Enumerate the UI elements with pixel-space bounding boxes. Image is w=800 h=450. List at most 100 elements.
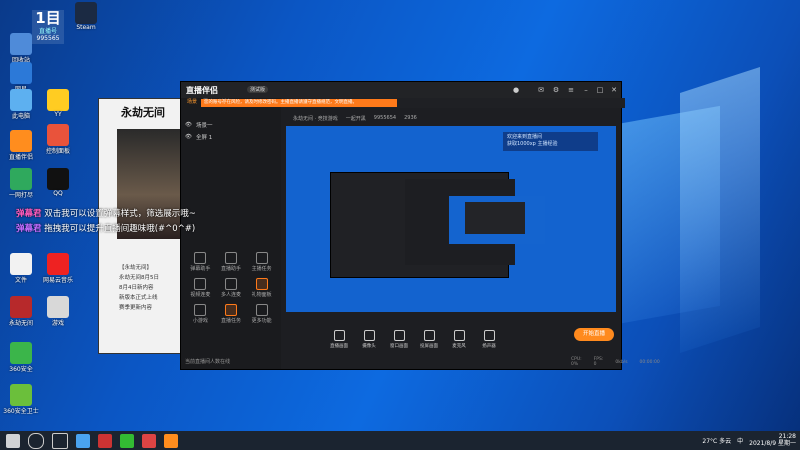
preview-canvas[interactable] — [286, 126, 616, 312]
music-icon — [47, 253, 69, 275]
clock-date: 2021/8/9 星期一 — [749, 440, 796, 447]
control-button[interactable]: 摄像头 — [357, 329, 381, 349]
control-button[interactable]: 直播画面 — [327, 329, 351, 349]
ime-indicator[interactable]: 中 — [737, 436, 743, 445]
desktop-icon[interactable]: 一网打尽 — [3, 168, 39, 199]
chat-text: 双击我可以设置弹幕样式，筛选展示哦~ — [44, 209, 196, 219]
eye-icon[interactable]: 👁 — [185, 134, 192, 140]
tool-button[interactable]: 直播助手 — [216, 252, 247, 272]
weather-label[interactable]: 27°C 多云 — [702, 436, 731, 445]
desktop-icon[interactable]: 直播伴侣 — [3, 130, 39, 161]
game-taskbar-icon[interactable] — [98, 433, 112, 448]
tool-icon — [255, 304, 268, 316]
room-id: 9955654 — [373, 115, 397, 121]
control-label: 投屏画面 — [420, 343, 438, 349]
desktop-icon[interactable]: 文件 — [3, 253, 39, 284]
room-category: 永劫无间 · 竞技游戏 — [293, 115, 338, 122]
game-news-line: 【永劫无间】 — [119, 265, 153, 271]
desktop-icon[interactable]: 360安全 — [3, 342, 39, 373]
desktop-icon[interactable]: QQ — [40, 168, 76, 197]
app-version: 测试版 — [247, 86, 269, 93]
globe-icon — [10, 168, 32, 190]
notice-banner[interactable]: 您的账号存在风险，请及时修改密码。主播直播请遵守直播规范，文明直播。 — [201, 99, 397, 107]
settings-icon[interactable]: ⚙ — [551, 85, 561, 95]
game-title: 永劫无间 — [121, 106, 165, 119]
music-taskbar-icon[interactable] — [142, 433, 156, 448]
desktop-icon[interactable]: 网易云音乐 — [40, 253, 76, 284]
eye-icon[interactable]: 👁 — [185, 122, 192, 128]
task-view-icon[interactable] — [52, 432, 68, 449]
yy-icon — [47, 89, 69, 111]
desktop-icon[interactable]: 永劫无间 — [3, 296, 39, 327]
desktop-icon[interactable]: 回收站 — [3, 33, 39, 64]
desktop-icon-label: 直播伴侣 — [8, 154, 33, 161]
tool-button[interactable]: 多人连麦 — [216, 278, 247, 298]
chat-text: 拖拽我可以提升直播间趣味哦(#^0^#) — [44, 224, 196, 234]
tool-button[interactable]: 视频连麦 — [185, 278, 216, 298]
control-label: 扬声器 — [482, 343, 496, 349]
scene-item[interactable]: 👁 场景一 — [185, 120, 213, 130]
preview-overlay: 欢迎来到直播间 获取1000xp 主播经验 — [503, 132, 598, 151]
qq-icon — [47, 168, 69, 190]
overlay-line: 获取1000xp 主播经验 — [507, 141, 558, 147]
status-time: 00:00:00 — [639, 359, 660, 365]
tool-button[interactable]: 主播任务 — [246, 252, 277, 272]
search-icon[interactable] — [28, 432, 44, 449]
status-bitrate: 0kb/s — [615, 359, 628, 365]
chat-taskbar-icon[interactable] — [120, 433, 134, 448]
computer-icon — [10, 89, 32, 111]
message-icon[interactable]: ✉ — [536, 85, 546, 95]
desktop-icon[interactable]: YY — [40, 89, 76, 118]
tool-button[interactable]: 礼物面板 — [246, 278, 277, 298]
tool-button[interactable]: 小游戏 — [185, 304, 216, 324]
tool-button[interactable]: 弹幕助手 — [185, 252, 216, 272]
wallpaper-light-beam — [680, 67, 760, 353]
scene-item-label: 全屏 1 — [195, 135, 213, 141]
edge-icon[interactable] — [76, 433, 90, 448]
control-bar: 直播画面 摄像头 窗口画面 投屏画面 麦克风 扬声器 — [281, 326, 621, 352]
close-icon[interactable]: ✕ — [609, 85, 619, 95]
control-button[interactable]: 窗口画面 — [387, 329, 411, 349]
status-cpu: CPU: 0% — [571, 357, 582, 367]
tool-button[interactable]: 直播任务 — [216, 304, 247, 324]
scene-item[interactable]: 👁 全屏 1 — [185, 132, 212, 142]
menu-icon[interactable]: ≡ — [566, 85, 576, 95]
tool-label: 礼物面板 — [251, 292, 272, 298]
desktop-icon-label: 永劫无间 — [8, 320, 33, 327]
stream-taskbar-icon[interactable] — [164, 433, 178, 448]
tab-scene[interactable]: 场景 — [187, 98, 197, 107]
control-icon — [363, 329, 375, 341]
left-footer: 当前直播间人数在线 — [185, 359, 231, 365]
desktop-icon[interactable]: 此电脑 — [3, 89, 39, 120]
chat-line: 弹幕君 拖拽我可以提升直播间趣味哦(#^0^#) — [16, 222, 195, 234]
control-panel-icon — [47, 124, 69, 146]
room-info: 永劫无间 · 竞技游戏 一起开黑 9955654 2936 — [281, 112, 633, 124]
control-icon — [393, 329, 405, 341]
stream-companion-icon — [10, 130, 32, 152]
desktop-icon-label: YY — [54, 111, 62, 118]
control-button[interactable]: 扬声器 — [477, 329, 501, 349]
desktop-icon[interactable]: 360安全卫士 — [3, 384, 39, 415]
control-icon — [333, 329, 345, 341]
game-news-line: 8月4日新内容 — [119, 285, 154, 291]
control-button[interactable]: 麦克风 — [447, 329, 471, 349]
go-live-button[interactable]: 开始直播 — [574, 328, 614, 341]
overlay-line: 欢迎来到直播间 — [507, 134, 543, 140]
profile-avatar[interactable]: ● — [511, 85, 521, 95]
maximize-icon[interactable]: □ — [595, 85, 605, 95]
tool-icon — [194, 278, 207, 290]
tool-button[interactable]: 更多功能 — [246, 304, 277, 324]
left-panel: 场景 互动 计划 👁 场景一 👁 全屏 1 弹幕助手直播助手主播任务视频连麦多人… — [181, 98, 281, 369]
desktop-icon[interactable]: 控制面板 — [40, 124, 76, 155]
clock[interactable]: 21:28 2021/8/9 星期一 — [749, 433, 796, 447]
control-button[interactable]: 投屏画面 — [417, 329, 441, 349]
minimize-icon[interactable]: – — [581, 85, 591, 95]
stream-app-window[interactable]: 直播伴侣 测试版 ● ✉ ⚙ ≡ – □ ✕ 场景 互动 计划 👁 场景一 👁 … — [180, 81, 660, 370]
desktop-icon[interactable]: 游戏 — [40, 296, 76, 327]
app-title: 直播伴侣 — [186, 86, 218, 95]
control-label: 窗口画面 — [390, 343, 408, 349]
tool-label: 直播助手 — [220, 266, 241, 272]
start-icon[interactable] — [6, 433, 20, 448]
desktop-icon[interactable]: Steam — [68, 2, 104, 31]
tool-label: 直播任务 — [220, 318, 241, 324]
